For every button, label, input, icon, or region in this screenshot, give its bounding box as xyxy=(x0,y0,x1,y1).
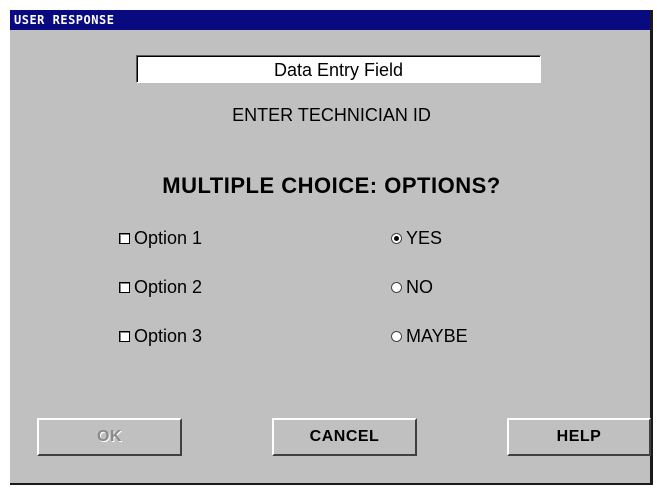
radio-unselected-icon[interactable] xyxy=(391,330,402,342)
dialog-title: USER RESPONSE xyxy=(10,10,650,30)
radio-unselected-icon[interactable] xyxy=(391,281,402,293)
option-1-label: Option 1 xyxy=(134,227,203,248)
radio-selected-icon[interactable] xyxy=(391,232,402,244)
technician-id-field[interactable]: Data Entry Field xyxy=(136,55,541,83)
checkbox-icon[interactable] xyxy=(119,232,130,244)
help-button[interactable]: HELP xyxy=(507,418,651,456)
option-2-checkbox[interactable]: Option 2 xyxy=(119,277,202,297)
radio-yes[interactable]: YES xyxy=(391,228,442,248)
radio-no[interactable]: NO xyxy=(391,277,433,297)
option-3-label: Option 3 xyxy=(134,325,203,346)
question-heading: MULTIPLE CHOICE: OPTIONS? xyxy=(162,173,501,198)
cancel-button[interactable]: CANCEL xyxy=(272,418,417,456)
option-3-checkbox[interactable]: Option 3 xyxy=(119,326,202,346)
entry-prompt: ENTER TECHNICIAN ID xyxy=(232,105,431,125)
option-1-checkbox[interactable]: Option 1 xyxy=(119,228,202,248)
checkbox-icon[interactable] xyxy=(119,330,130,342)
radio-yes-label: YES xyxy=(406,227,443,248)
radio-maybe[interactable]: MAYBE xyxy=(391,326,468,346)
option-2-label: Option 2 xyxy=(134,276,203,297)
ok-button[interactable]: OK xyxy=(37,418,182,456)
radio-maybe-label: MAYBE xyxy=(406,325,468,346)
user-response-dialog: USER RESPONSE Data Entry Field ENTER TEC… xyxy=(10,10,653,485)
checkbox-icon[interactable] xyxy=(119,281,130,293)
radio-no-label: NO xyxy=(406,276,433,297)
